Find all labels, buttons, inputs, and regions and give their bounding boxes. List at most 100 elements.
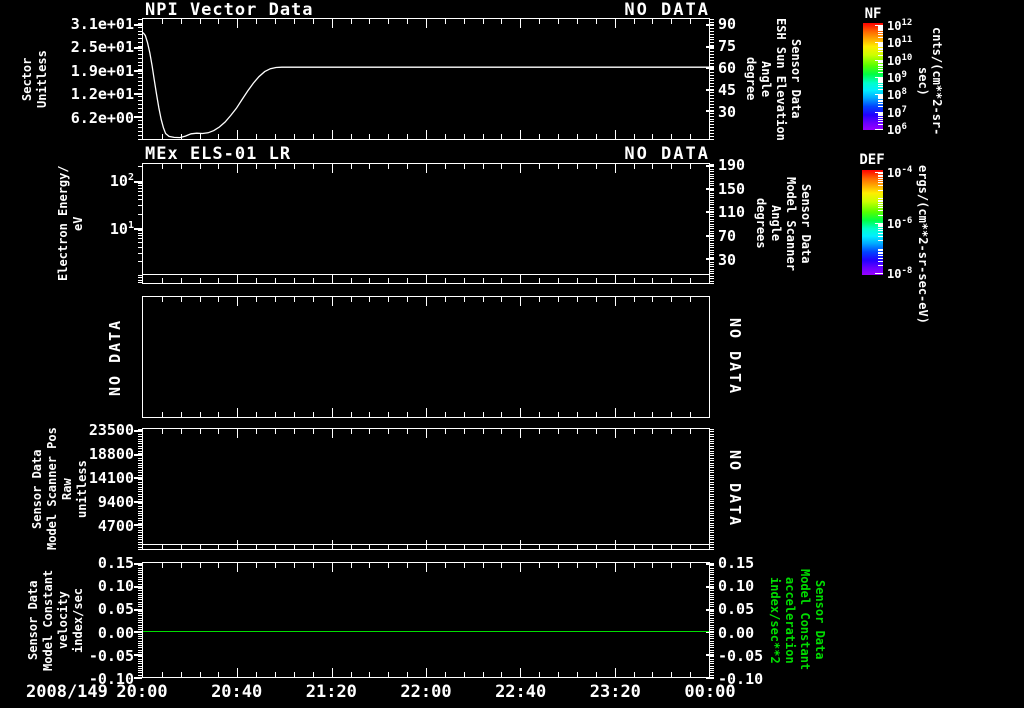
y-minor-tick-mark (710, 455, 714, 456)
y-minor-tick-mark (138, 214, 142, 215)
y-minor-tick-mark (710, 508, 714, 509)
colorbar-minor-tick (878, 106, 883, 107)
y-minor-tick-mark (710, 171, 714, 172)
x-tick-mark (313, 429, 314, 434)
x-tick-mark (690, 412, 691, 417)
x-tick-mark (351, 278, 352, 283)
y-tick-label: 1.2e+01 (70, 85, 134, 104)
y-minor-tick-mark (710, 174, 714, 175)
y-minor-tick-mark (138, 506, 142, 507)
x-tick-mark (388, 429, 389, 434)
y-minor-tick-mark (138, 199, 142, 200)
y-minor-tick-mark (710, 547, 714, 548)
y-minor-tick-mark (710, 666, 714, 667)
y-minor-tick-mark (710, 190, 714, 191)
y-tick-label: 0.05 (718, 600, 755, 619)
y-minor-tick-mark (710, 574, 714, 575)
y-major-tick-mark (134, 430, 142, 432)
y-minor-tick-mark (710, 228, 714, 229)
x-tick-mark (332, 164, 333, 173)
colorbar-minor-tick (878, 258, 883, 259)
x-tick-mark (652, 672, 653, 677)
y-minor-tick-mark (710, 219, 714, 220)
x-tick-mark (294, 429, 295, 434)
y-minor-tick-mark (710, 489, 714, 490)
x-tick-mark (464, 164, 465, 169)
y-major-tick-mark (134, 47, 142, 49)
x-tick-mark (237, 164, 238, 173)
x-tick-mark (539, 412, 540, 417)
y-minor-tick-mark (710, 537, 714, 538)
y-major-tick-mark (706, 258, 714, 260)
y-major-tick-mark (134, 654, 142, 656)
x-tick-mark (520, 429, 521, 438)
y-minor-tick-mark (138, 532, 142, 533)
x-tick-mark (237, 408, 238, 417)
x-tick-mark (388, 278, 389, 283)
x-tick-mark (634, 429, 635, 434)
x-tick-mark (671, 297, 672, 302)
y-minor-tick-mark (710, 101, 714, 102)
y-minor-tick-mark (710, 487, 714, 488)
y-minor-tick-mark (138, 166, 142, 167)
y-minor-tick-mark (138, 530, 142, 531)
y-tick-label: -0.05 (718, 646, 764, 665)
panel1-no-data: NO DATA (624, 0, 710, 20)
y-tick-label: 3.1e+01 (70, 15, 134, 33)
x-tick-mark (671, 164, 672, 169)
y-minor-tick-mark (710, 638, 714, 639)
x-tick-mark (256, 297, 257, 302)
x-tick-mark (652, 278, 653, 283)
telemetry-plot-screen: NPI Vector Data NO DATA MEx ELS-01 LR NO… (0, 0, 1024, 708)
x-tick-mark (690, 672, 691, 677)
colorbar-minor-tick (878, 96, 883, 97)
x-tick-mark (313, 563, 314, 568)
y-minor-tick-mark (138, 588, 142, 589)
y-minor-tick-mark (138, 34, 142, 35)
y-minor-tick-mark (138, 508, 142, 509)
x-tick-mark (483, 278, 484, 283)
y-minor-tick-mark (710, 448, 714, 449)
y-minor-tick-mark (710, 625, 714, 626)
x-tick-mark (218, 278, 219, 283)
colorbar-minor-tick (878, 61, 883, 62)
y-minor-tick-mark (710, 544, 714, 545)
colorbar-major-tick (875, 273, 883, 274)
y-minor-tick-mark (710, 460, 714, 461)
y-minor-tick-mark (710, 513, 714, 514)
x-tick-mark (577, 672, 578, 677)
y-minor-tick-mark (138, 472, 142, 473)
x-tick-mark (426, 563, 427, 572)
y-minor-tick-mark (710, 570, 714, 571)
y-minor-tick-mark (710, 207, 714, 208)
y-tick-label: 1.9e+01 (70, 61, 134, 80)
x-tick-mark (615, 668, 616, 677)
x-tick-mark (690, 297, 691, 302)
x-tick-mark (218, 412, 219, 417)
y-minor-tick-mark (138, 666, 142, 667)
y-minor-tick-mark (138, 627, 142, 628)
x-tick-mark (294, 297, 295, 302)
x-tick-mark (162, 563, 163, 568)
y-minor-tick-mark (138, 515, 142, 516)
panel2-title: MEx ELS-01 LR (145, 144, 292, 164)
x-tick-time-label: 20:00 (116, 682, 168, 702)
y-minor-tick-mark (710, 195, 714, 196)
x-tick-mark (294, 278, 295, 283)
y-minor-tick-mark (138, 547, 142, 548)
y-minor-tick-mark (710, 627, 714, 628)
y-minor-tick-mark (710, 233, 714, 234)
x-tick-mark (332, 668, 333, 677)
y-minor-tick-mark (710, 214, 714, 215)
y-minor-tick-mark (710, 92, 714, 93)
y-minor-tick-mark (138, 656, 142, 657)
y-major-tick-mark (134, 93, 142, 95)
y-minor-tick-mark (710, 262, 714, 263)
y-minor-tick-mark (710, 34, 714, 35)
colorbar-minor-tick (878, 44, 883, 45)
y-major-tick-mark (134, 24, 142, 26)
y-tick-label: 101 (109, 219, 134, 238)
y-minor-tick-mark (710, 549, 714, 550)
y-minor-tick-mark (138, 436, 142, 437)
colorbar-minor-tick (878, 230, 883, 231)
